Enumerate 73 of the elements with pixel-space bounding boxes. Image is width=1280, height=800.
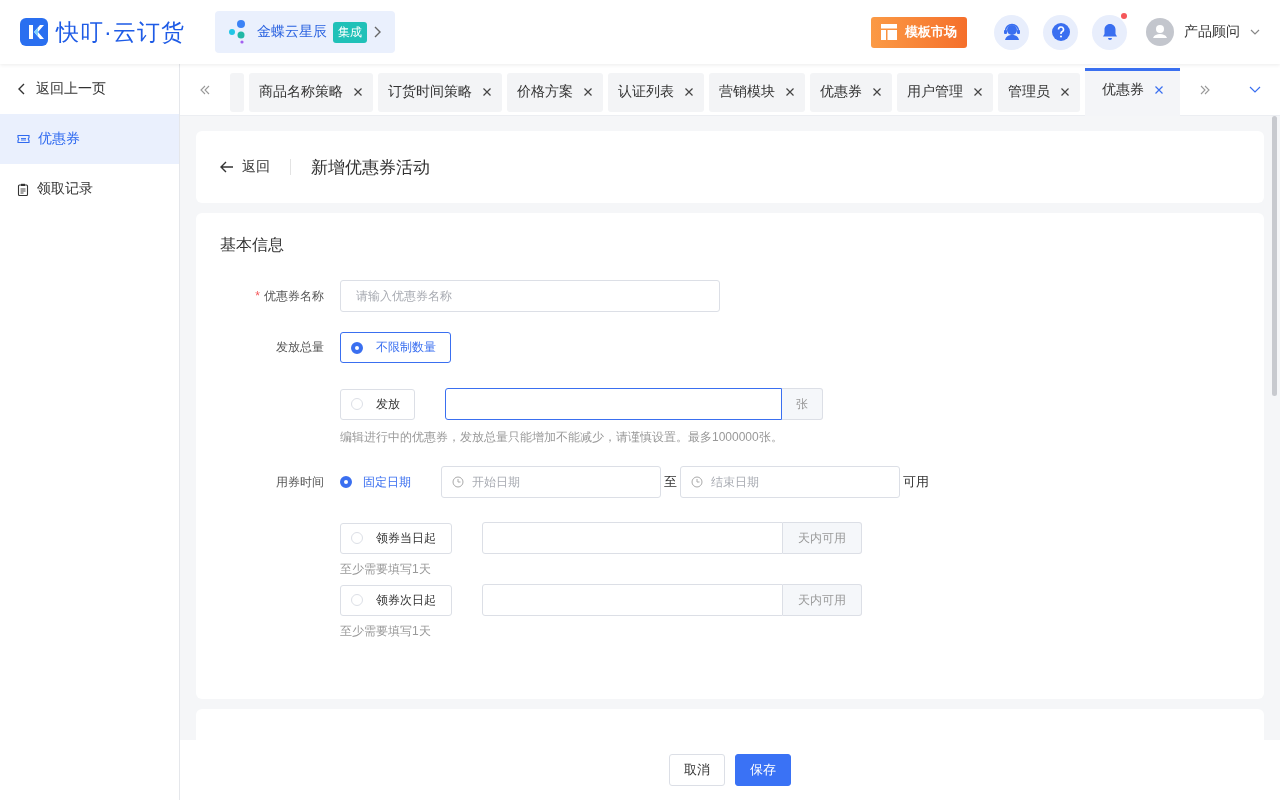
tab[interactable]: 价格方案 xyxy=(507,72,603,112)
radio-option[interactable]: 领券当日起 xyxy=(340,522,452,554)
logo-icon xyxy=(20,18,48,46)
close-icon[interactable] xyxy=(353,87,363,97)
integration-badge: 集成 xyxy=(332,21,367,43)
unit-addon: 天内可用 xyxy=(783,522,862,554)
save-button[interactable]: 保存 xyxy=(735,754,791,786)
clipboard-icon xyxy=(17,182,29,196)
tab[interactable]: 管理员 xyxy=(998,72,1080,112)
notifications-button[interactable] xyxy=(1092,14,1127,50)
chevron-left-icon xyxy=(18,83,26,95)
radio-option[interactable]: 领券次日起 xyxy=(340,584,452,616)
headset-user-icon xyxy=(1001,22,1022,42)
double-chevron-right-icon xyxy=(1199,84,1211,95)
unit-addon: 张 xyxy=(782,388,823,420)
close-icon[interactable] xyxy=(872,87,882,97)
close-icon[interactable] xyxy=(785,87,795,97)
hint-text: 至少需要填写1天 xyxy=(340,561,432,578)
tab[interactable]: 优惠券 xyxy=(810,72,892,112)
back-button[interactable]: 返回 xyxy=(220,158,270,176)
scrollbar[interactable] xyxy=(1272,116,1277,396)
unit-addon: 天内可用 xyxy=(783,584,862,616)
avatar-icon xyxy=(1146,18,1174,46)
arrow-left-icon xyxy=(220,161,234,173)
chevron-down-icon xyxy=(1249,86,1261,93)
help-button[interactable] xyxy=(1043,14,1078,50)
end-date-field[interactable]: 结束日期 xyxy=(680,466,900,498)
field-label: 用券时间 xyxy=(275,474,324,491)
radio-option[interactable]: 不限制数量 xyxy=(340,332,451,363)
caret-icon xyxy=(1250,29,1260,35)
tab[interactable]: 营销模块 xyxy=(709,72,805,112)
sidebar-item[interactable]: 领取记录 xyxy=(0,164,179,214)
support-agent-button[interactable] xyxy=(994,14,1029,50)
clock-icon xyxy=(452,476,464,488)
help-icon xyxy=(1050,22,1071,42)
integration-name: 金蝶云星辰 xyxy=(256,23,327,41)
back-link[interactable]: 返回上一页 xyxy=(0,64,179,114)
field-label: 发放总量 xyxy=(275,339,324,356)
double-chevron-left-icon xyxy=(199,84,211,95)
layout-icon xyxy=(881,24,897,40)
close-icon[interactable] xyxy=(482,87,492,97)
page-title: 新增优惠券活动 xyxy=(311,156,430,179)
range-separator: 至 xyxy=(664,473,677,491)
chevron-right-icon xyxy=(372,26,381,38)
user-name[interactable]: 产品顾问 xyxy=(1184,23,1240,41)
field-label: * 优惠券名称 xyxy=(254,287,324,305)
integration-chip[interactable]: 金蝶云星辰 集成 xyxy=(214,11,395,53)
close-icon[interactable] xyxy=(1060,87,1070,97)
close-icon[interactable] xyxy=(973,87,983,97)
clock-icon xyxy=(691,476,703,488)
section-title: 基本信息 xyxy=(220,235,285,255)
brand-name: 快叮·云订货 xyxy=(56,17,185,47)
days-field[interactable] xyxy=(482,522,783,554)
cancel-button[interactable]: 取消 xyxy=(669,754,725,786)
range-suffix: 可用 xyxy=(903,473,929,491)
radio-option[interactable]: 发放 xyxy=(340,388,415,420)
close-icon[interactable] xyxy=(1154,85,1164,95)
close-icon[interactable] xyxy=(583,87,593,97)
ticket-icon xyxy=(17,133,30,145)
quantity-field[interactable] xyxy=(445,388,782,420)
days-field[interactable] xyxy=(482,584,783,616)
close-icon[interactable] xyxy=(684,87,694,97)
start-date-field[interactable]: 开始日期 xyxy=(441,466,661,498)
tab[interactable]: 用户管理 xyxy=(897,72,993,112)
tab[interactable]: 认证列表 xyxy=(608,72,704,112)
tab[interactable]: 商品名称策略 xyxy=(249,72,373,112)
hint-text: 编辑进行中的优惠券，发放总量只能增加不能减少，请谨慎设置。最多1000000张。 xyxy=(340,429,784,446)
tab[interactable]: 订货时间策略 xyxy=(378,72,502,112)
radio-option[interactable]: 固定日期 xyxy=(340,466,411,498)
sidebar-item[interactable]: 优惠券 xyxy=(0,114,179,164)
hint-text: 至少需要填写1天 xyxy=(340,623,432,640)
tab[interactable]: 优惠券 xyxy=(1085,67,1180,116)
coupon-name-field[interactable]: 请输入优惠券名称 xyxy=(340,280,720,312)
